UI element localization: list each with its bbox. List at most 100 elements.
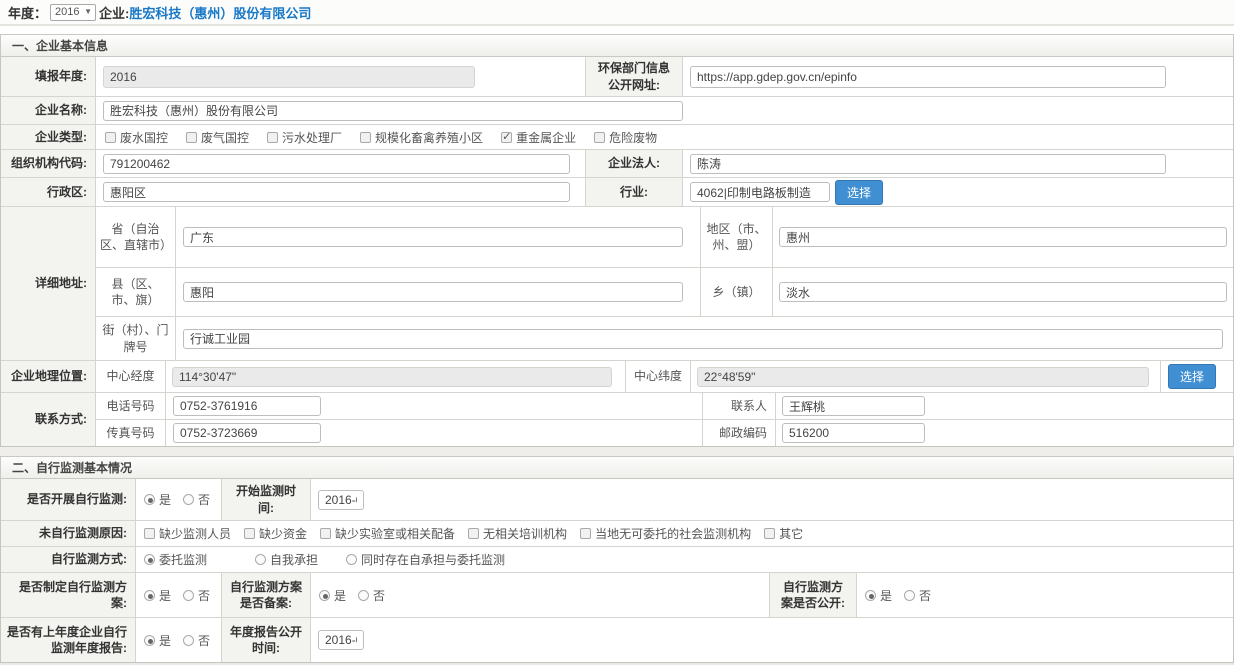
report-time-cell — [311, 618, 1233, 662]
method-label: 自行监测方式: — [1, 547, 136, 572]
county-cell — [176, 268, 701, 316]
checkbox-icon — [580, 528, 591, 539]
county-input[interactable] — [183, 282, 683, 302]
report-time-input[interactable] — [318, 630, 364, 650]
radio-icon — [183, 494, 194, 505]
radio-icon — [183, 635, 194, 646]
lat-cell — [691, 361, 1161, 392]
row-conduct: 是否开展自行监测: 是 否 开始监测时间: — [1, 479, 1233, 521]
district-input[interactable] — [103, 182, 570, 202]
company-name-label: 企业名称: — [1, 97, 96, 124]
checkbox-option[interactable]: 废气国控 — [186, 129, 249, 146]
checkbox-option[interactable]: 污水处理厂 — [267, 129, 342, 146]
checkbox-icon — [360, 132, 371, 143]
radio-option[interactable]: 是 — [319, 587, 346, 604]
radio-option[interactable]: 是 — [865, 587, 892, 604]
radio-icon — [865, 590, 876, 601]
row-address: 详细地址: 省（自治区、直辖市） 地区（市、州、盟） 县（区、市、旗） — [1, 207, 1233, 361]
env-site-cell — [683, 57, 1233, 96]
radio-option[interactable]: 自我承担 — [255, 551, 318, 568]
year-select[interactable]: 2016 ▼ — [50, 4, 96, 21]
radio-option[interactable]: 否 — [358, 587, 385, 604]
lat-label: 中心纬度 — [626, 361, 691, 392]
row-contact: 联系方式: 电话号码 联系人 传真号码 邮 — [1, 393, 1233, 446]
no-monitor-reason-label: 未自行监测原因: — [1, 521, 136, 546]
industry-input[interactable] — [690, 182, 830, 202]
radio-option[interactable]: 否 — [183, 587, 210, 604]
conduct-label: 是否开展自行监测: — [1, 479, 136, 520]
radio-icon — [346, 554, 357, 565]
radio-option[interactable]: 否 — [904, 587, 931, 604]
company-name-link[interactable]: 胜宏科技（惠州）股份有限公司 — [129, 3, 311, 22]
radio-icon — [358, 590, 369, 601]
env-site-input[interactable] — [690, 66, 1166, 88]
radio-option[interactable]: 委托监测 — [144, 551, 207, 568]
contact-person-input[interactable] — [782, 396, 925, 416]
phone-label: 电话号码 — [96, 393, 166, 419]
region-cell — [773, 207, 1233, 267]
org-code-input[interactable] — [103, 154, 570, 174]
checkbox-option[interactable]: 当地无可委托的社会监测机构 — [580, 525, 751, 542]
lng-cell — [166, 361, 626, 392]
zip-input[interactable] — [782, 423, 925, 443]
street-cell — [176, 317, 1233, 360]
contact-label: 联系方式: — [1, 393, 96, 446]
district-label: 行政区: — [1, 178, 96, 206]
start-time-input[interactable] — [318, 490, 364, 510]
legal-person-cell — [683, 150, 1233, 177]
radio-icon — [144, 554, 155, 565]
fax-input[interactable] — [173, 423, 321, 443]
contact-person-cell — [776, 393, 1233, 419]
geo-label: 企业地理位置: — [1, 361, 96, 392]
zip-label: 邮政编码 — [703, 420, 776, 446]
company-label: 企业: — [99, 3, 129, 22]
start-time-label: 开始监测时间: — [222, 479, 311, 520]
county-label: 县（区、市、旗） — [96, 268, 176, 316]
checkbox-icon — [501, 132, 512, 143]
company-name-input[interactable] — [103, 101, 683, 121]
checkbox-option[interactable]: 重金属企业 — [501, 129, 576, 146]
page: 年度： 2016 ▼ 企业: 胜宏科技（惠州）股份有限公司 一、企业基本信息 填… — [0, 0, 1234, 665]
checkbox-icon — [267, 132, 278, 143]
town-input[interactable] — [779, 282, 1227, 302]
checkbox-option[interactable]: 废水国控 — [105, 129, 168, 146]
company-name-cell — [96, 97, 1233, 124]
checkbox-option[interactable]: 其它 — [764, 525, 803, 542]
address-row-province: 省（自治区、直辖市） 地区（市、州、盟） — [96, 207, 1233, 268]
radio-option[interactable]: 是 — [144, 632, 171, 649]
radio-option[interactable]: 是 — [144, 491, 171, 508]
checkbox-option[interactable]: 危险废物 — [594, 129, 657, 146]
region-label: 地区（市、州、盟） — [701, 207, 773, 267]
geo-select-button[interactable]: 选择 — [1168, 364, 1216, 389]
province-cell — [176, 207, 701, 267]
radio-icon — [144, 635, 155, 646]
checkbox-option[interactable]: 规模化畜禽养殖小区 — [360, 129, 483, 146]
region-input[interactable] — [779, 227, 1227, 247]
legal-person-input[interactable] — [690, 154, 1166, 174]
radio-option[interactable]: 是 — [144, 587, 171, 604]
contact-row-fax: 传真号码 邮政编码 — [96, 420, 1233, 446]
conduct-options: 是 否 — [136, 479, 222, 520]
checkbox-icon — [105, 132, 116, 143]
checkbox-option[interactable]: 缺少监测人员 — [144, 525, 231, 542]
radio-icon — [183, 590, 194, 601]
phone-input[interactable] — [173, 396, 321, 416]
province-label: 省（自治区、直辖市） — [96, 207, 176, 267]
checkbox-option[interactable]: 缺少实验室或相关配备 — [320, 525, 455, 542]
address-row-county: 县（区、市、旗） 乡（镇） — [96, 268, 1233, 317]
radio-icon — [144, 590, 155, 601]
street-input[interactable] — [183, 329, 1223, 349]
checkbox-option[interactable]: 缺少资金 — [244, 525, 307, 542]
radio-option[interactable]: 同时存在自承担与委托监测 — [346, 551, 505, 568]
checkbox-option[interactable]: 无相关培训机构 — [468, 525, 567, 542]
industry-select-button[interactable]: 选择 — [835, 180, 883, 205]
province-input[interactable] — [183, 227, 683, 247]
section-2-header: 二、自行监测基本情况 — [0, 456, 1234, 479]
industry-cell: 选择 — [683, 178, 1233, 206]
row-annual-report: 是否有上年度企业自行监测年度报告: 是 否 年度报告公开时间: — [1, 618, 1233, 662]
row-method: 自行监测方式: 委托监测 自我承担 同时存在自承担与委托监测 — [1, 547, 1233, 573]
radio-option[interactable]: 否 — [183, 491, 210, 508]
row-no-monitor-reason: 未自行监测原因: 缺少监测人员 缺少资金 缺少实验室或相关配备 无相关培训机构 … — [1, 521, 1233, 547]
radio-icon — [904, 590, 915, 601]
radio-option[interactable]: 否 — [183, 632, 210, 649]
